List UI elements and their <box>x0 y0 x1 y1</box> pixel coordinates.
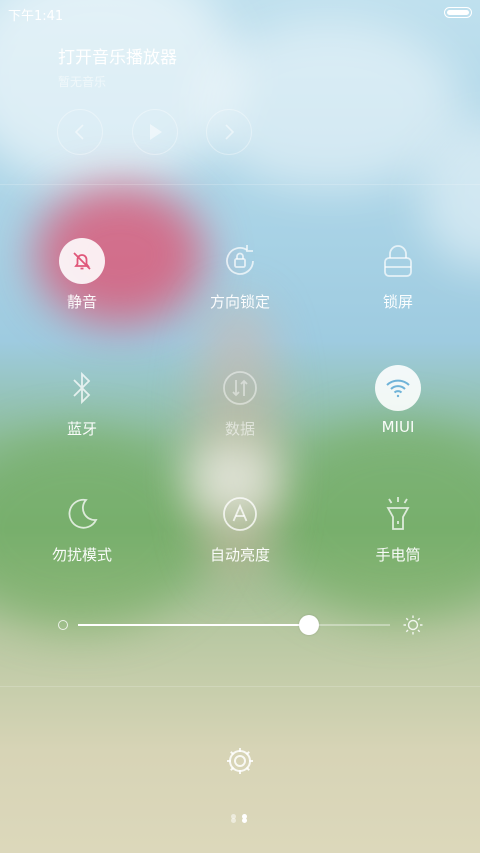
toggle-label: MIUI <box>381 418 415 436</box>
chevron-left-icon <box>74 124 84 140</box>
chevron-right-icon <box>225 124 235 140</box>
page-dot <box>231 818 236 823</box>
divider <box>0 686 480 687</box>
toggle-label: 锁屏 <box>382 293 413 311</box>
moon-icon <box>68 498 98 529</box>
toggle-label: 方向锁定 <box>209 293 270 311</box>
toggle-do-not-disturb-bg <box>59 491 105 537</box>
bell-off-icon <box>73 252 91 270</box>
toggle-label: 勿扰模式 <box>51 546 112 564</box>
divider <box>0 184 480 185</box>
music-title[interactable]: 打开音乐播放器 <box>58 43 177 68</box>
toggle-label: 静音 <box>66 293 97 311</box>
toggle-do-not-disturb[interactable]: 勿扰模式 <box>22 491 142 581</box>
toggle-lock-screen-bg <box>375 238 421 284</box>
page-indicator <box>230 813 250 823</box>
toggle-label: 手电筒 <box>375 546 421 564</box>
toggle-flashlight[interactable]: 手电筒 <box>338 491 458 581</box>
rotation-lock-icon <box>226 245 254 275</box>
previous-button[interactable] <box>57 109 103 155</box>
lock-icon <box>384 245 412 277</box>
settings-button[interactable] <box>222 743 258 779</box>
battery-icon <box>444 7 472 18</box>
toggle-label: 蓝牙 <box>66 420 97 438</box>
music-widget[interactable]: 打开音乐播放器 暂无音乐 <box>58 43 177 90</box>
toggle-lock-screen[interactable]: 锁屏 <box>338 238 458 328</box>
bluetooth-icon <box>73 371 91 405</box>
brightness-track[interactable] <box>78 615 390 635</box>
play-icon <box>150 124 162 140</box>
toggle-rotation-lock-bg <box>217 238 263 284</box>
status-bar: 下午1:41 <box>0 0 480 26</box>
gear-icon <box>227 748 253 774</box>
next-button[interactable] <box>206 109 252 155</box>
toggle-mute[interactable]: 静音 <box>22 238 142 328</box>
toggle-wifi-bg <box>375 365 421 411</box>
toggle-auto-brightness[interactable]: 自动亮度 <box>180 491 300 581</box>
page-dot-active <box>242 818 247 823</box>
auto-brightness-icon <box>223 497 257 531</box>
toggle-bluetooth[interactable]: 蓝牙 <box>22 365 142 455</box>
brightness-slider[interactable] <box>56 613 426 637</box>
brightness-fill <box>78 624 309 626</box>
toggle-label: 自动亮度 <box>209 546 270 564</box>
brightness-thumb[interactable] <box>298 615 319 635</box>
toggle-rotation-lock[interactable]: 方向锁定 <box>180 238 300 328</box>
music-subtitle: 暂无音乐 <box>58 75 107 89</box>
brightness-low-icon <box>58 620 68 630</box>
toggle-auto-brightness-bg <box>217 491 263 537</box>
toggle-mobile-data[interactable]: 数据 <box>180 365 300 455</box>
toggle-mute-bg <box>59 238 105 284</box>
brightness-high-icon <box>403 615 423 635</box>
toggle-mobile-data-bg <box>217 365 263 411</box>
toggle-flashlight-bg <box>375 491 421 537</box>
play-button[interactable] <box>132 109 178 155</box>
flashlight-icon <box>386 497 410 530</box>
wifi-icon <box>386 379 410 398</box>
toggle-label: 数据 <box>224 420 255 438</box>
mobile-data-icon <box>223 371 257 405</box>
toggle-bluetooth-bg <box>59 365 105 411</box>
status-time: 下午1:41 <box>8 9 64 24</box>
toggle-wifi[interactable]: MIUI <box>338 365 458 455</box>
